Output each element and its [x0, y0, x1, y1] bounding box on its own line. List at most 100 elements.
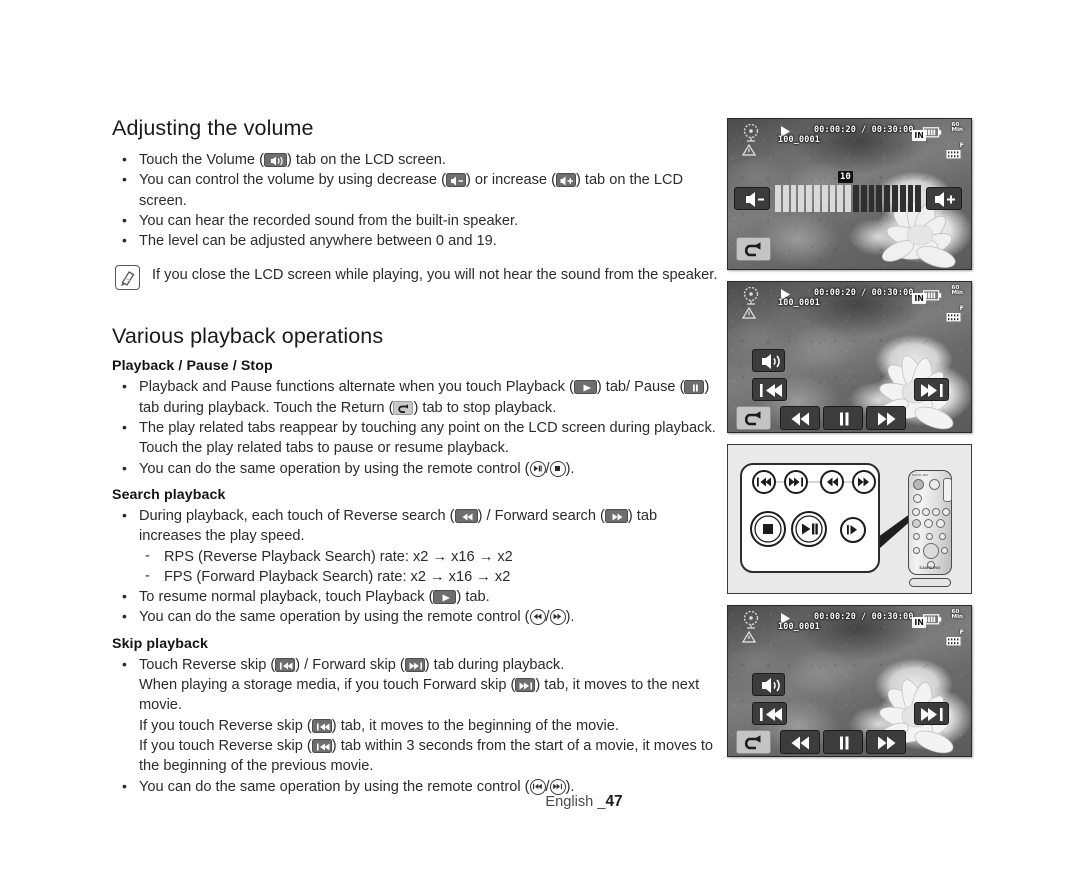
forward-search-tab-icon [604, 508, 628, 523]
volume-decrease-tab-icon [445, 173, 466, 188]
quality-label: F [959, 304, 964, 312]
volume-tab[interactable] [752, 673, 785, 696]
lcd-screen-playback-lower: 00:00:20 / 00:30:00 100_0001 IN 60 Min F [727, 605, 972, 757]
forward-search-tab[interactable] [866, 730, 906, 754]
volume-bullet-list: Touch the Volume () tab on the LCD scree… [112, 149, 722, 251]
remote-key[interactable] [922, 508, 930, 516]
battery-unit: Min [951, 290, 963, 297]
remote-key[interactable] [912, 508, 920, 516]
volume-bar-segment [899, 185, 906, 212]
remote-stop-button[interactable] [750, 511, 786, 547]
note-block: If you close the LCD screen while playin… [112, 265, 722, 299]
remote-key[interactable] [929, 479, 940, 490]
bullet-item: To resume normal playback, touch Playbac… [112, 586, 722, 607]
volume-increase-tab[interactable] [926, 187, 962, 210]
search-bullet-list: During playback, each touch of Reverse s… [112, 505, 722, 547]
bullet-item: You can hear the recorded sound from the… [112, 210, 722, 231]
remote-key[interactable] [924, 519, 933, 528]
bullet-item: Touch Reverse skip () / Forward skip () … [112, 654, 722, 675]
page-footer: English _47 [0, 793, 1080, 811]
remote-zoom-rocker[interactable] [943, 478, 952, 502]
volume-bar-segment [782, 185, 789, 212]
osd-filename: 100_0001 [778, 297, 820, 307]
volume-tab[interactable] [752, 349, 785, 372]
volume-bar-segment [845, 185, 851, 212]
remote-key[interactable] [913, 547, 920, 554]
volume-decrease-tab[interactable] [734, 187, 770, 210]
bullet-item: If you touch Reverse skip () tab within … [139, 737, 714, 775]
dash-item: RPS (Reverse Playback Search) rate: x2 →… [112, 546, 722, 567]
film-quality-icon [946, 150, 961, 159]
remote-brand-label: SAMSUNG [919, 566, 941, 570]
reverse-search-tab[interactable] [780, 406, 820, 430]
reverse-skip-tab-icon [311, 738, 332, 753]
volume-bar-segment [884, 185, 890, 212]
remote-dpad[interactable] [923, 543, 939, 559]
bullet-item: Touch the Volume () tab on the LCD scree… [112, 149, 722, 170]
volume-bar-segment [775, 185, 781, 212]
battery-icon [922, 614, 942, 625]
remote-key[interactable] [926, 533, 933, 540]
volume-bar-segment [829, 185, 836, 212]
remote-key[interactable] [941, 547, 948, 554]
remote-key[interactable] [932, 508, 940, 516]
reverse-skip-tab[interactable] [752, 378, 787, 401]
volume-tab-icon [263, 153, 287, 167]
pause-tab[interactable] [823, 406, 863, 430]
remote-reverse-search-button[interactable] [820, 470, 844, 494]
quality-indicator: F [946, 304, 964, 327]
footer-page-label: English _47 [545, 793, 622, 811]
remote-play-pause-button[interactable] [791, 511, 827, 547]
return-tab[interactable] [736, 406, 771, 430]
reverse-search-tab[interactable] [780, 730, 820, 754]
subheading-playback-pause-stop: Playback / Pause / Stop [112, 358, 273, 375]
return-tab[interactable] [736, 730, 771, 754]
remote-key[interactable] [913, 494, 922, 503]
remote-key[interactable] [936, 519, 945, 528]
forward-search-tab[interactable] [866, 406, 906, 430]
subheading-search-playback: Search playback [112, 486, 226, 503]
osd-filename: 100_0001 [778, 621, 820, 631]
volume-level-bar[interactable] [775, 185, 922, 212]
remote-key[interactable] [913, 479, 924, 490]
remote-forward-search-icon [549, 609, 566, 626]
bullet-item: The level can be adjusted anywhere betwe… [112, 230, 722, 251]
lcd-screen-playback-upper: 00:00:20 / 00:30:00 100_0001 IN 60 Min F [727, 281, 972, 433]
remote-reverse-skip-button[interactable] [752, 470, 776, 494]
forward-skip-tab[interactable] [914, 378, 949, 401]
osd-filename: 100_0001 [778, 134, 820, 144]
note-text: If you close the LCD screen while playin… [152, 267, 718, 284]
remote-play-pause-icon [529, 460, 546, 477]
volume-increase-tab-icon [555, 173, 576, 188]
remote-key[interactable] [912, 519, 921, 528]
battery-indicator: 60 Min [922, 609, 963, 629]
play-tab-icon [573, 380, 597, 395]
reverse-skip-tab[interactable] [752, 702, 787, 725]
remote-control-panel: PHOTO REC SAMSUNG [727, 444, 972, 594]
return-tab[interactable] [736, 237, 771, 261]
volume-bar-segment [798, 185, 805, 212]
volume-bar-segment [852, 185, 859, 212]
quality-label: F [959, 141, 964, 149]
volume-bar-segment [837, 185, 844, 212]
page-title-various-playback: Various playback operations [112, 324, 384, 349]
page-title-adjusting-volume: Adjusting the volume [112, 116, 314, 140]
reverse-skip-tab-icon [311, 718, 332, 733]
text-column: Adjusting the volume Touch the Volume ()… [112, 116, 722, 797]
battery-icon [922, 127, 942, 138]
remote-key[interactable] [939, 533, 946, 540]
pause-tab[interactable] [823, 730, 863, 754]
remote-forward-skip-button[interactable] [784, 470, 808, 494]
remote-forward-search-button[interactable] [852, 470, 876, 494]
volume-bar-segment [860, 185, 867, 212]
remote-key[interactable] [913, 533, 920, 540]
remote-slow-button[interactable] [840, 517, 866, 543]
volume-bar-segment [868, 185, 875, 212]
search-bullet-list-after: To resume normal playback, touch Playbac… [112, 586, 722, 628]
remote-control-base [909, 578, 951, 587]
remote-key[interactable] [942, 508, 950, 516]
pause-tab-icon [684, 380, 705, 395]
reverse-search-tab-icon [454, 508, 478, 523]
forward-skip-tab[interactable] [914, 702, 949, 725]
footer-page-number: 47 [605, 793, 623, 810]
